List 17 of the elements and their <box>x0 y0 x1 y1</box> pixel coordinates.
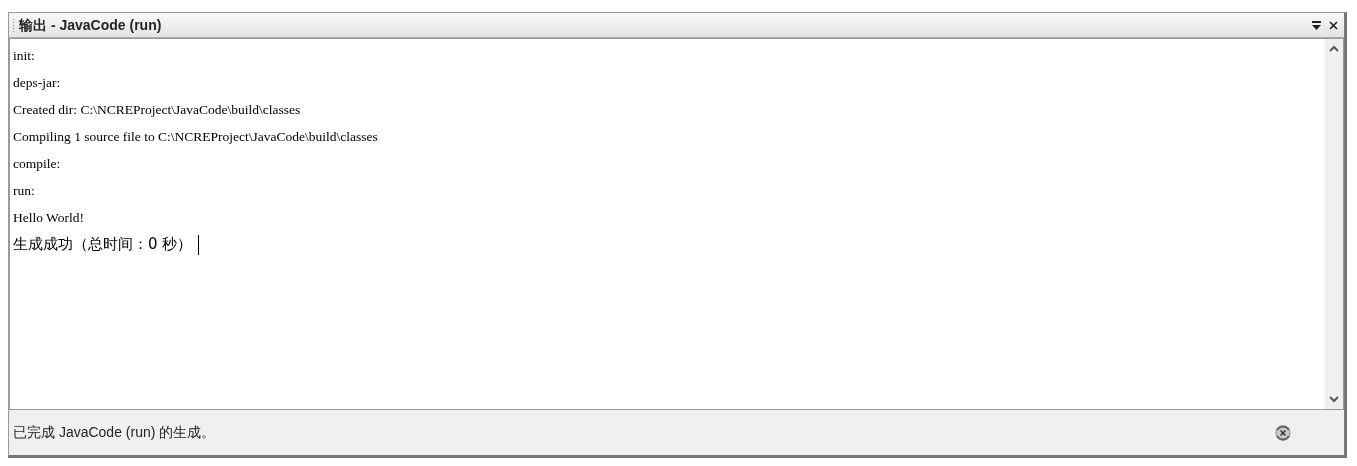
result-line: 生成成功（总时间：0 秒） <box>13 234 193 255</box>
window-title: 输出 - JavaCode (run) <box>19 15 162 35</box>
output-line: Compiling 1 source file to C:\NCREProject\JavaCode\build\classes <box>12 128 379 146</box>
output-line: Created dir: C:\NCREProject\JavaCode\build\classes <box>12 101 302 119</box>
text-cursor <box>198 234 200 255</box>
close-icon[interactable] <box>1329 20 1338 30</box>
output-line: Hello World! <box>12 209 86 227</box>
output-line: compile: <box>12 155 62 173</box>
output-line: deps-jar: <box>12 74 62 92</box>
dropdown-icon[interactable] <box>1312 20 1321 30</box>
output-line: run: <box>12 182 36 200</box>
output-line: init: <box>12 47 36 65</box>
status-text: 已完成 JavaCode (run) 的生成。 <box>13 423 216 442</box>
scrollbar[interactable] <box>1325 39 1343 409</box>
scroll-down-icon[interactable] <box>1329 396 1339 403</box>
scroll-up-icon[interactable] <box>1329 45 1339 52</box>
drag-handle[interactable] <box>12 18 15 32</box>
